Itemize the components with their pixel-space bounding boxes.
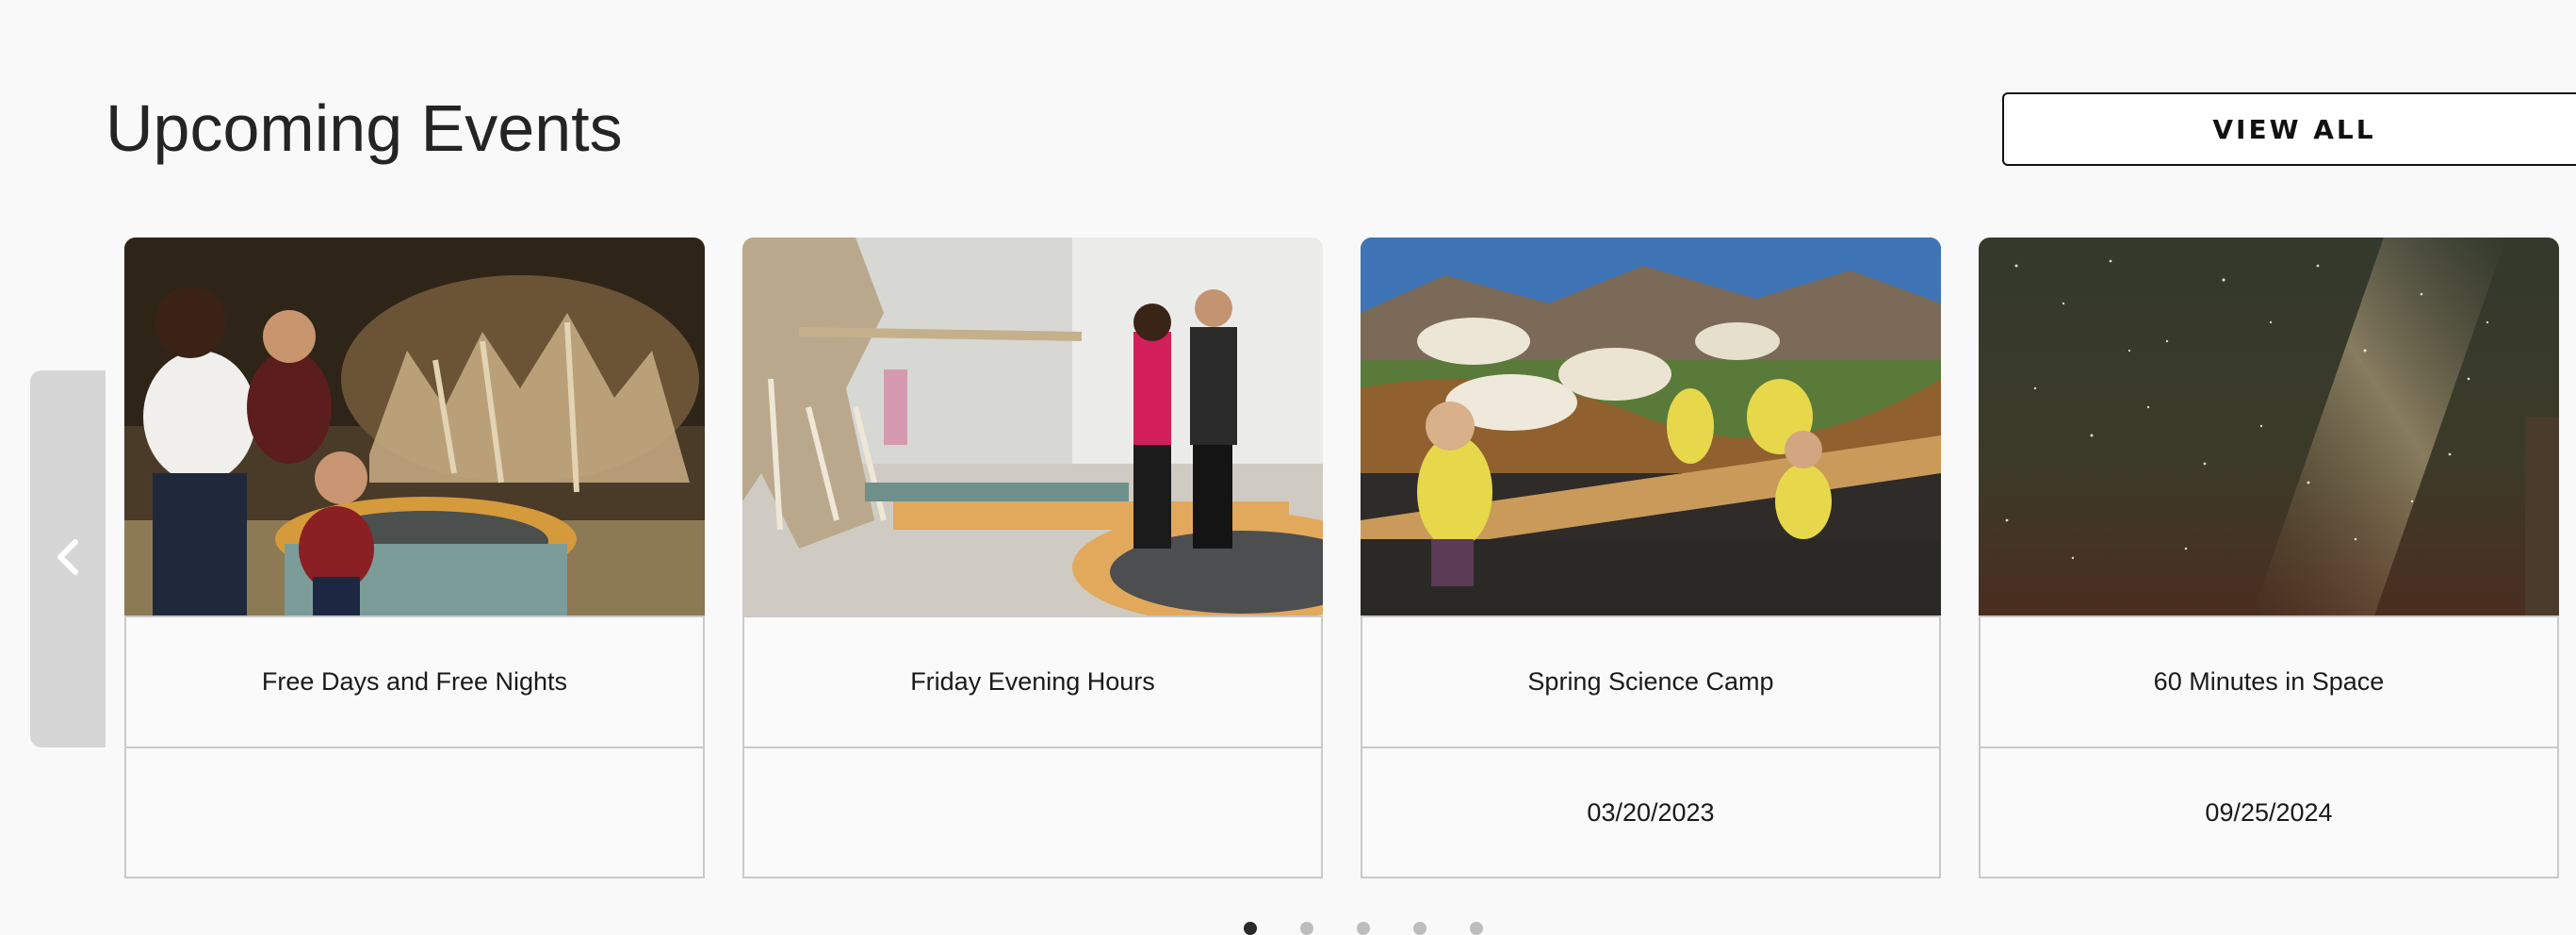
event-date (124, 746, 705, 878)
event-image[interactable] (1979, 238, 2559, 615)
event-date (742, 746, 1323, 878)
event-date: 03/20/2023 (1361, 746, 1941, 878)
event-image[interactable] (742, 238, 1323, 615)
event-card[interactable]: Free Days and Free Nights (124, 238, 705, 878)
carousel-prev-button[interactable] (30, 370, 106, 747)
event-card[interactable]: 60 Minutes in Space 09/25/2024 (1979, 238, 2559, 878)
event-title[interactable]: 60 Minutes in Space (1979, 615, 2559, 746)
event-title[interactable]: Spring Science Camp (1361, 615, 1941, 746)
event-image[interactable] (1361, 238, 1941, 615)
section-title: Upcoming Events (106, 91, 623, 165)
event-image[interactable] (124, 238, 705, 615)
chevron-left-icon (55, 538, 81, 581)
event-title[interactable]: Free Days and Free Nights (124, 615, 705, 746)
event-title[interactable]: Friday Evening Hours (742, 615, 1323, 746)
event-card[interactable]: Spring Science Camp 03/20/2023 (1361, 238, 1941, 878)
event-card[interactable]: Friday Evening Hours (742, 238, 1323, 878)
event-date: 09/25/2024 (1979, 746, 2559, 878)
view-all-button[interactable]: VIEW ALL (2002, 92, 2576, 166)
